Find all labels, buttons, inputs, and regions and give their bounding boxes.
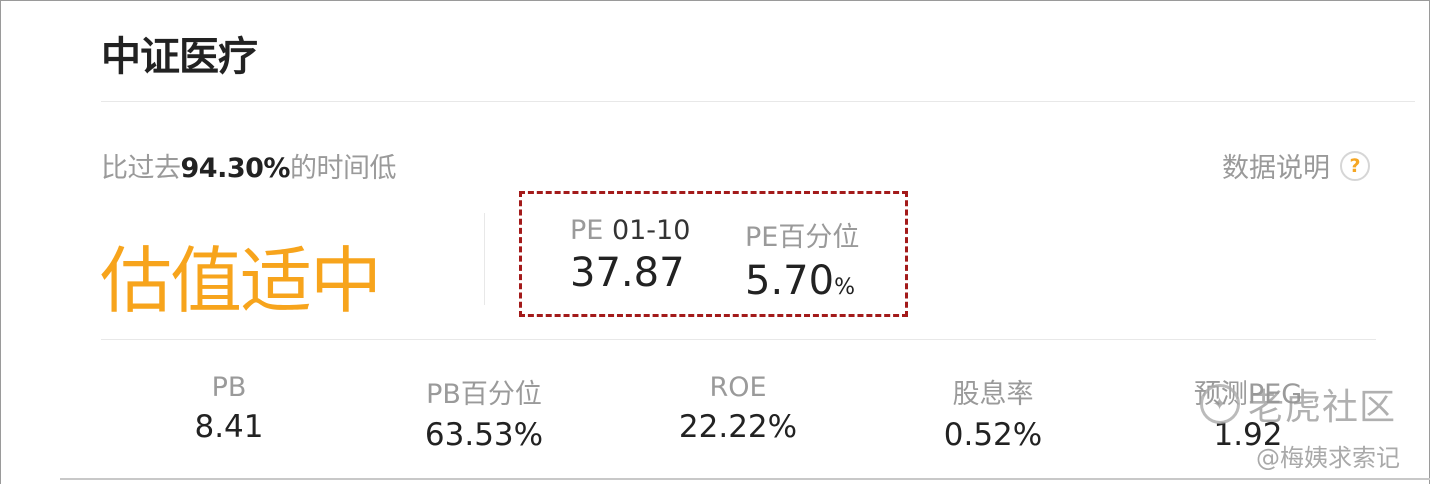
- stat-label: ROE: [709, 372, 767, 403]
- pe-percentile-unit: %: [834, 275, 855, 300]
- community-watermark: ✦ 老虎社区: [1200, 378, 1396, 430]
- pe-label: PE 01-10: [570, 215, 690, 246]
- data-explanation-label: 数据说明: [1222, 153, 1330, 184]
- stat-roe: ROE 22.22%: [628, 372, 848, 445]
- stat-label: 股息率: [952, 379, 1034, 410]
- stat-label: PB百分位: [426, 379, 542, 410]
- pe-percentile-label: PE百分位: [745, 222, 860, 253]
- vertical-divider: [484, 213, 485, 305]
- stat-value: 0.52%: [943, 417, 1043, 453]
- bottom-border: [60, 478, 1430, 480]
- pe-percentile-metric: PE百分位 5.70%: [745, 215, 859, 304]
- comparison-prefix: 比过去: [101, 153, 181, 184]
- comparison-suffix: 的时间低: [289, 153, 397, 184]
- pe-label-text: PE: [570, 215, 604, 246]
- stat-dividend-yield: 股息率 0.52%: [883, 372, 1103, 453]
- pe-range: 01-10: [611, 215, 691, 246]
- index-title: 中证医疗: [101, 34, 258, 80]
- author-credit: @梅姨求索记: [1256, 444, 1400, 472]
- pe-percentile-value: 5.70: [745, 258, 835, 304]
- stat-value: 63.53%: [424, 417, 544, 453]
- valuation-status: 估值适中: [100, 239, 382, 323]
- stat-pb-percentile: PB百分位 63.53%: [374, 372, 594, 453]
- header-divider: [101, 101, 1415, 102]
- tiger-logo-icon: ✦: [1200, 384, 1240, 424]
- stat-pb: PB 8.41: [119, 372, 339, 445]
- stats-divider: [101, 339, 1376, 340]
- percentile-comparison: 比过去94.30%的时间低: [101, 146, 396, 185]
- comparison-percent: 94.30%: [180, 153, 291, 184]
- data-explanation-link[interactable]: 数据说明 ?: [1222, 146, 1370, 185]
- stat-label: PB: [211, 372, 247, 403]
- question-circle-icon[interactable]: ?: [1340, 150, 1370, 181]
- watermark-text: 老虎社区: [1248, 387, 1397, 428]
- pe-metric: PE 01-10 37.87: [570, 215, 690, 296]
- stat-value: 8.41: [194, 409, 264, 445]
- stat-value: 22.22%: [678, 409, 798, 445]
- pe-value: 37.87: [570, 250, 685, 296]
- pe-percentile-value-wrap: 5.70%: [745, 258, 859, 304]
